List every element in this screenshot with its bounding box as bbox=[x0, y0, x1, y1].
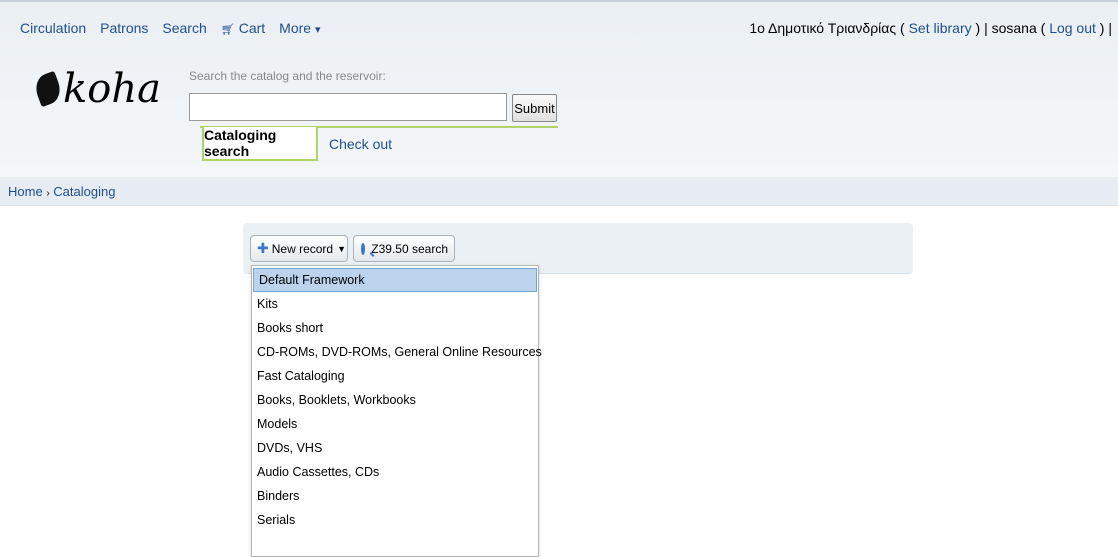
menu-item-models[interactable]: Models bbox=[252, 412, 538, 436]
search-input[interactable] bbox=[189, 93, 507, 121]
caret-down-icon: ▼ bbox=[337, 243, 347, 254]
new-record-menu: Default Framework Kits Books short CD-RO… bbox=[251, 265, 542, 557]
menu-item-kits[interactable]: Kits bbox=[252, 292, 538, 316]
menu-item-books-booklets[interactable]: Books, Booklets, Workbooks bbox=[252, 388, 538, 412]
set-library-link[interactable]: Set library bbox=[909, 20, 972, 36]
breadcrumb-cataloging[interactable]: Cataloging bbox=[53, 184, 115, 199]
search-label: Search the catalog and the reservoir: bbox=[189, 69, 386, 83]
menu-item-default-framework[interactable]: Default Framework bbox=[253, 268, 537, 292]
menu-item-fast-cataloging[interactable]: Fast Cataloging bbox=[252, 364, 538, 388]
paren-close: ) | bbox=[1099, 20, 1112, 36]
z3950-search-button[interactable]: Z39.50 search bbox=[353, 235, 455, 262]
nav-more[interactable]: More ▾ bbox=[279, 20, 320, 36]
nav-search[interactable]: Search bbox=[162, 20, 206, 36]
breadcrumb-home[interactable]: Home bbox=[8, 184, 43, 199]
user-info: ) | sosana ( bbox=[975, 20, 1046, 36]
new-record-label: New record bbox=[271, 241, 334, 256]
submit-button[interactable]: Submit bbox=[512, 94, 557, 122]
new-record-button[interactable]: ✚ New record ▼ bbox=[250, 235, 348, 262]
nav-circulation[interactable]: Circulation bbox=[20, 20, 86, 36]
logout-link[interactable]: Log out bbox=[1049, 20, 1096, 36]
breadcrumb: Home › Cataloging bbox=[0, 177, 1118, 206]
breadcrumb-separator: › bbox=[46, 188, 50, 199]
tab-check-out[interactable]: Check out bbox=[329, 136, 392, 152]
plus-icon: ✚ bbox=[257, 240, 269, 256]
menu-item-dvds[interactable]: DVDs, VHS bbox=[252, 436, 538, 460]
leaf-icon bbox=[31, 70, 65, 108]
tab-cataloging-search[interactable]: Cataloging search bbox=[202, 127, 318, 161]
paren-open: ( bbox=[900, 20, 905, 36]
cart-label: Cart bbox=[238, 20, 266, 36]
menu-item-cd-roms[interactable]: CD-ROMs, DVD-ROMs, General Online Resour… bbox=[252, 340, 542, 364]
login-info: 1ο Δημοτικό Τριανδρίας ( Set library ) |… bbox=[749, 20, 1112, 36]
menu-item-serials[interactable]: Serials bbox=[252, 508, 538, 532]
search-icon bbox=[361, 242, 366, 255]
menu-item-binders[interactable]: Binders bbox=[252, 484, 538, 508]
chevron-down-icon: ▾ bbox=[314, 24, 321, 36]
top-navigation: Circulation Patrons Search 🛒︎ Cart More ▾ bbox=[20, 20, 335, 36]
logo-text: koha bbox=[63, 66, 161, 112]
more-label: More bbox=[279, 20, 312, 36]
menu-item-books-short[interactable]: Books short bbox=[252, 316, 538, 340]
z3950-label: Z39.50 search bbox=[371, 241, 448, 256]
koha-logo[interactable]: koha bbox=[31, 66, 166, 122]
library-name: 1ο Δημοτικό Τριανδρίας bbox=[749, 20, 897, 36]
menu-item-audio[interactable]: Audio Cassettes, CDs bbox=[252, 460, 538, 484]
nav-patrons[interactable]: Patrons bbox=[100, 20, 148, 36]
cart-icon: 🛒︎ bbox=[220, 24, 235, 36]
nav-cart[interactable]: 🛒︎ Cart bbox=[221, 20, 265, 36]
